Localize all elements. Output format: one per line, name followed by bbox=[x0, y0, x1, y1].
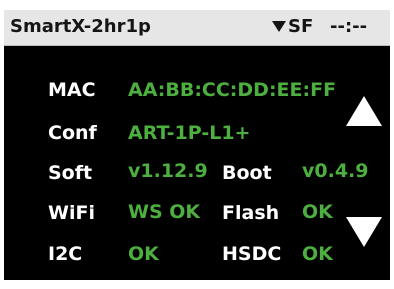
hsdc-label: HSDC bbox=[222, 243, 282, 265]
wifi-value: WS OK bbox=[128, 201, 201, 223]
mac-value: AA:BB:CC:DD:EE:FF bbox=[128, 79, 337, 101]
wifi-signal-icon bbox=[272, 21, 286, 32]
device-name: SmartX-2hr1p bbox=[10, 16, 151, 37]
flash-label: Flash bbox=[222, 202, 280, 224]
boot-label: Boot bbox=[222, 162, 272, 184]
triangle-down-icon[interactable] bbox=[346, 217, 382, 247]
clock: --:-- bbox=[330, 16, 368, 37]
soft-value: v1.12.9 bbox=[128, 160, 208, 182]
conf-label: Conf bbox=[48, 122, 97, 144]
wifi-label: WiFi bbox=[48, 202, 95, 224]
i2c-label: I2C bbox=[48, 243, 83, 265]
flash-value: OK bbox=[302, 201, 333, 223]
hsdc-value: OK bbox=[302, 243, 333, 265]
conf-value: ART-1P-L1+ bbox=[128, 122, 251, 144]
boot-value: v0.4.9 bbox=[302, 160, 369, 182]
i2c-value: OK bbox=[128, 243, 159, 265]
site-code: SF bbox=[288, 16, 314, 37]
triangle-up-icon[interactable] bbox=[346, 96, 382, 126]
soft-label: Soft bbox=[48, 162, 93, 184]
device-screen: SmartX-2hr1p SF --:-- MAC AA:BB:CC:DD:EE… bbox=[4, 10, 390, 280]
mac-label: MAC bbox=[48, 79, 96, 101]
status-bar: SmartX-2hr1p SF --:-- bbox=[4, 10, 390, 46]
